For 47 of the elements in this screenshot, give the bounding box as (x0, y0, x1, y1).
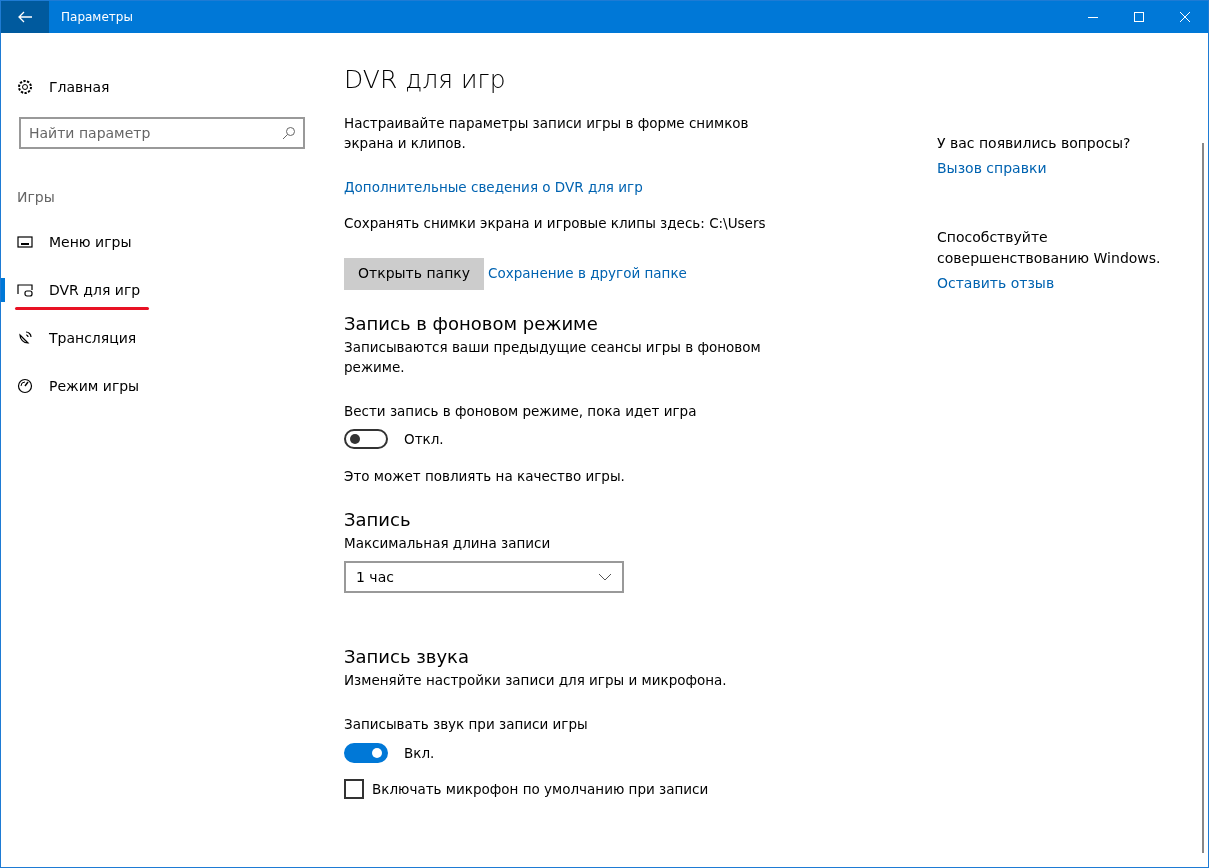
sidebar-item[interactable]: Меню игры (1, 218, 321, 266)
settings-icon (17, 79, 33, 95)
learn-more-link[interactable]: Дополнительные сведения о DVR для игр (344, 177, 643, 198)
toggle-switch[interactable] (344, 742, 388, 763)
page-title: DVR для игр (344, 64, 507, 96)
section-description: Записываются ваши предыдущие сеансы игры в фоновом режиме. (344, 337, 762, 377)
checkbox-label: Включать микрофон по умолчанию при записи (372, 779, 709, 799)
sidebar-item[interactable]: Трансляция (1, 314, 321, 362)
save-path-text: Сохранять снимки экрана и игровые клипы здесь: C:\Users (344, 214, 767, 234)
toggle-state-text: Откл. (404, 430, 444, 450)
section-label: Игры (16, 188, 56, 207)
search-field[interactable]: Найти параметр (19, 117, 305, 149)
note-text: Это может повлиять на качество игры. (344, 466, 626, 486)
section-heading: Запись (344, 507, 412, 532)
toggle-label: Вести запись в фоновом режиме, пока идет игра (344, 402, 698, 421)
scrollbar[interactable] (1202, 143, 1204, 853)
window-title: Параметры (61, 9, 134, 26)
checkbox[interactable] (344, 778, 364, 799)
feedback-link[interactable]: Оставить отзыв (937, 273, 1055, 294)
satellite-dish-icon (17, 330, 33, 346)
section-heading: Запись звука (344, 645, 470, 669)
help-question-text: У вас появились вопросы? (937, 134, 1132, 153)
section-description: Изменяйте настройки записи для игры и микрофона. (344, 671, 728, 690)
search-icon (282, 126, 296, 140)
toggle-state-text: Вкл. (404, 743, 435, 763)
monitor-icon (17, 282, 33, 298)
dropdown-label: Максимальная длина записи (344, 533, 552, 553)
open-folder-button[interactable]: Открыть папку (344, 257, 485, 290)
menu-icon (17, 234, 33, 250)
close-icon (1180, 12, 1190, 22)
gauge-icon (17, 378, 33, 394)
back-button[interactable] (1, 1, 49, 33)
toggle-switch[interactable] (344, 429, 388, 450)
minimize-icon (1088, 16, 1098, 18)
feedback-text: Способствуйте совершенствованию Windows. (937, 228, 1162, 268)
help-link[interactable]: Вызов справки (937, 158, 1047, 179)
other-folder-link[interactable]: Сохранение в другой папке (488, 263, 687, 284)
intro-text: Настраивайте параметры записи игры в форме снимков экрана и клипов. (344, 113, 750, 153)
section-heading: Запись в фоновом режиме (344, 311, 599, 336)
sidebar-item[interactable]: Режим игры (1, 362, 321, 410)
maximize-icon (1134, 12, 1144, 22)
chevron-down-icon (598, 573, 612, 581)
back-arrow-icon (17, 11, 33, 23)
dropdown[interactable]: 1 час (344, 561, 624, 593)
home-nav-item[interactable]: Главная (1, 63, 321, 111)
toggle-label: Записывать звук при записи игры (344, 715, 589, 735)
sidebar-item[interactable]: DVR для игр (1, 266, 321, 314)
